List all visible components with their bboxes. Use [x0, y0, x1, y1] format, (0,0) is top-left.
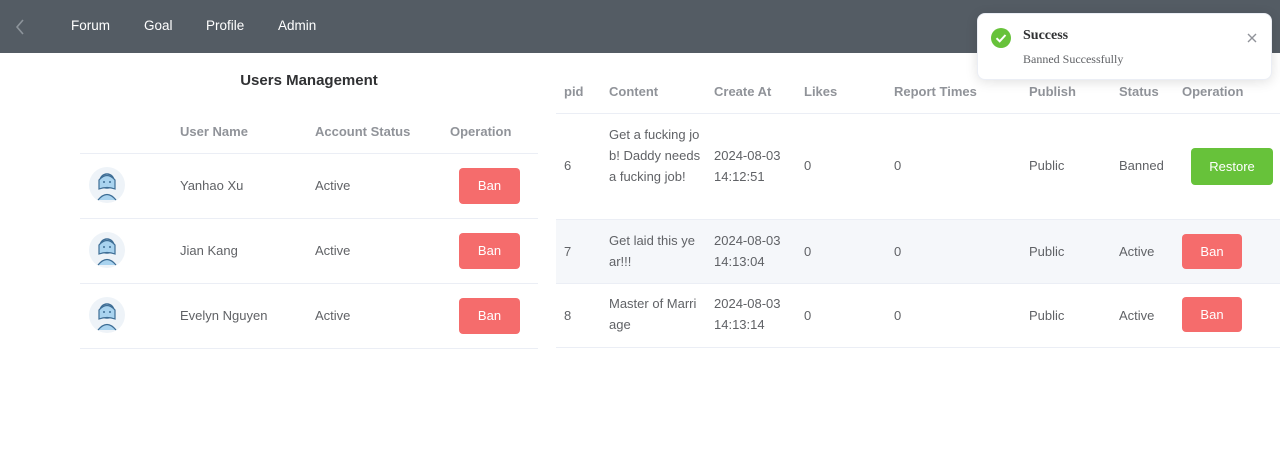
post-status: Active	[1119, 308, 1155, 323]
table-row: Evelyn Nguyen Active Ban	[80, 284, 538, 349]
post-pid: 8	[564, 308, 572, 323]
post-report-times: 0	[894, 308, 902, 323]
post-content: Get laid this year!!!	[609, 233, 695, 269]
post-pid: 7	[564, 244, 572, 259]
nav-item-profile[interactable]: Profile	[206, 0, 244, 53]
table-row: 7 Get laid this year!!! 2024-08-03 14:13:…	[556, 220, 1280, 284]
table-row: Yanhao Xu Active Ban	[80, 154, 538, 219]
post-likes: 0	[804, 308, 812, 323]
post-publish: Public	[1029, 158, 1065, 173]
post-publish: Public	[1029, 244, 1065, 259]
column-header-publish: Publish	[1029, 84, 1076, 99]
column-header-account-status: Account Status	[315, 124, 411, 139]
success-toast: Success Banned Successfully	[977, 13, 1272, 80]
column-header-pid: pid	[564, 84, 584, 99]
ban-user-button[interactable]: Ban	[459, 233, 520, 269]
column-header-report-times: Report Times	[894, 84, 977, 99]
post-content: Master of Marriage	[609, 296, 697, 332]
post-date: 2024-08-03	[714, 296, 781, 311]
users-table: User Name Account Status Operation Yanha…	[80, 114, 538, 349]
user-name: Yanhao Xu	[180, 178, 244, 193]
posts-table-header: pid Content Create At Likes Report Times…	[556, 75, 1280, 114]
ban-user-button[interactable]: Ban	[459, 298, 520, 334]
post-likes: 0	[804, 158, 812, 173]
nav-item-forum[interactable]: Forum	[71, 0, 110, 53]
ban-post-button[interactable]: Ban	[1182, 234, 1242, 269]
chevron-left-icon[interactable]	[12, 17, 28, 37]
post-create-at: 2024-08-03 14:12:51	[714, 145, 794, 187]
users-table-header: User Name Account Status Operation	[80, 114, 538, 154]
column-header-content: Content	[609, 84, 659, 99]
post-status: Active	[1119, 244, 1155, 259]
nav-item-admin[interactable]: Admin	[278, 0, 316, 53]
users-management-title: Users Management	[240, 72, 378, 89]
post-time: 14:13:14	[714, 317, 765, 332]
ban-user-button[interactable]: Ban	[459, 168, 520, 204]
toast-title: Success	[1023, 28, 1069, 43]
toast-message: Banned Successfully	[1023, 52, 1124, 66]
column-header-user-name: User Name	[180, 124, 248, 139]
restore-post-button[interactable]: Restore	[1191, 148, 1273, 185]
post-publish: Public	[1029, 308, 1065, 323]
column-header-status: Status	[1119, 84, 1159, 99]
post-time: 14:12:51	[714, 169, 765, 184]
post-content: Get a fucking job! Daddy needs a fucking…	[609, 127, 701, 184]
account-status: Active	[315, 243, 351, 258]
post-time: 14:13:04	[714, 254, 765, 269]
close-icon[interactable]	[1246, 31, 1258, 43]
post-create-at: 2024-08-03 14:13:14	[714, 293, 794, 335]
post-date: 2024-08-03	[714, 148, 781, 163]
post-date: 2024-08-03	[714, 233, 781, 248]
post-pid: 6	[564, 158, 572, 173]
column-header-create-at: Create At	[714, 84, 772, 99]
table-row: Jian Kang Active Ban	[80, 219, 538, 284]
post-status: Banned	[1119, 158, 1164, 173]
post-likes: 0	[804, 244, 812, 259]
post-report-times: 0	[894, 244, 902, 259]
user-name: Evelyn Nguyen	[180, 308, 268, 323]
user-avatar-icon	[89, 297, 125, 333]
table-row: 8 Master of Marriage 2024-08-03 14:13:14 …	[556, 284, 1280, 348]
column-header-likes: Likes	[804, 84, 838, 99]
post-report-times: 0	[894, 158, 902, 173]
user-name: Jian Kang	[180, 243, 238, 258]
nav-item-goal[interactable]: Goal	[144, 0, 173, 53]
posts-table: pid Content Create At Likes Report Times…	[556, 75, 1280, 348]
ban-post-button[interactable]: Ban	[1182, 297, 1242, 332]
table-row: 6 Get a fucking job! Daddy needs a fucki…	[556, 114, 1280, 220]
column-header-operation: Operation	[1182, 84, 1244, 99]
user-avatar-icon	[89, 167, 125, 203]
account-status: Active	[315, 178, 351, 193]
user-avatar-icon	[89, 232, 125, 268]
column-header-operation: Operation	[450, 124, 512, 139]
account-status: Active	[315, 308, 351, 323]
post-create-at: 2024-08-03 14:13:04	[714, 230, 794, 272]
success-check-icon	[991, 28, 1011, 48]
